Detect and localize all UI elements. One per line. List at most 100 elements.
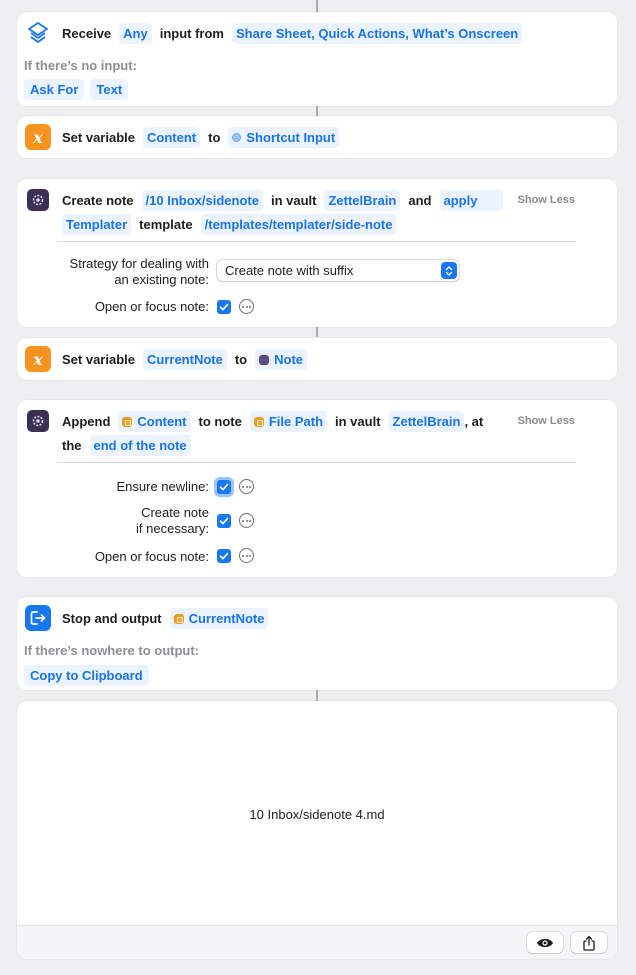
text-token[interactable]: Text (90, 79, 129, 100)
variable-x-icon: x (25, 124, 51, 150)
ask-for-token[interactable]: Ask For (24, 79, 85, 100)
template-path-token[interactable]: /templates/templater/side-note (200, 214, 397, 235)
no-input-label: If there’s no input: (24, 58, 137, 73)
vault-token[interactable]: ZettelBrain (388, 411, 465, 432)
obsidian-mini-icon (259, 354, 270, 365)
create-note-card[interactable]: Create note /10 Inbox/sidenote in vault … (17, 179, 617, 327)
create-if-necessary-checkbox[interactable] (217, 514, 231, 528)
stop-output-card[interactable]: Stop and output CurrentNote If there’s n… (17, 597, 617, 690)
newline-checkbox[interactable] (217, 480, 231, 494)
note-token[interactable]: Note (255, 349, 308, 370)
append-label: Append (62, 414, 111, 429)
open-note-checkbox[interactable] (217, 300, 231, 314)
currentnote-token[interactable]: CurrentNote (169, 608, 269, 629)
template-label: template (139, 217, 193, 232)
to-label: to (234, 352, 248, 367)
set-variable-label: Set variable (62, 130, 135, 145)
create-label-line-2: if necessary: (136, 521, 209, 536)
and-label: and (408, 193, 432, 208)
templater-token[interactable]: Templater (62, 214, 132, 235)
in-vault-label: in vault (335, 414, 381, 429)
note-path-token[interactable]: /10 Inbox/sidenote (141, 190, 263, 211)
template-sentence: Templater template /templates/templater/… (62, 214, 581, 235)
input-type-token[interactable]: Any (119, 23, 152, 44)
checkmark-icon (219, 483, 229, 491)
flow-connector (316, 327, 318, 337)
obsidian-icon (27, 189, 49, 211)
set-variable-content-card[interactable]: x Set variable Content to Shortcut Input (17, 116, 617, 158)
set-variable-currentnote-card[interactable]: x Set variable CurrentNote to Note (17, 338, 617, 380)
strategy-label: Strategy for dealing with an existing no… (17, 256, 209, 288)
file-path-token[interactable]: File Path (249, 411, 328, 432)
strategy-label-line-2: an existing note: (114, 272, 209, 287)
content-token-label: Content (137, 414, 187, 429)
position-token[interactable]: end of the note (89, 435, 191, 456)
strategy-select[interactable]: Create note with suffix (217, 260, 459, 281)
output-preview: 10 Inbox/sidenote 4.md (17, 701, 617, 959)
receive-sentence: Receive Any input from Share Sheet, Quic… (62, 23, 581, 44)
receive-label: Receive (62, 26, 112, 41)
create-label-line-1: Create note (141, 505, 209, 520)
output-toolbar (17, 925, 617, 959)
input-sources-token[interactable]: Share Sheet, Quick Actions, What’s Onscr… (231, 23, 523, 44)
set-variable-label: Set variable (62, 352, 135, 367)
in-vault-label: in vault (270, 193, 317, 208)
more-options-icon[interactable] (239, 299, 254, 314)
shortcut-input-token[interactable]: Shortcut Input (228, 127, 340, 148)
variable-mini-icon (253, 416, 264, 427)
newline-label: Ensure newline: (116, 479, 210, 494)
note-token-label: Note (274, 352, 304, 367)
flow-connector (316, 0, 318, 12)
variable-mini-icon (122, 416, 133, 427)
show-less-button[interactable]: Show Less (518, 415, 575, 427)
vault-token[interactable]: ZettelBrain (324, 190, 401, 211)
share-button[interactable] (571, 932, 607, 953)
output-filename: 10 Inbox/sidenote 4.md (249, 807, 385, 822)
more-options-icon[interactable] (239, 513, 254, 528)
stop-output-icon (25, 605, 51, 631)
open-note-checkbox[interactable] (217, 549, 231, 563)
nowhere-label: If there’s nowhere to output: (24, 643, 200, 658)
variable-name-token[interactable]: CurrentNote (143, 349, 227, 370)
nowhere-options: Copy to Clipboard (24, 665, 149, 686)
create-if-necessary-label: Create note if necessary: (17, 505, 209, 537)
file-path-token-label: File Path (268, 414, 324, 429)
chevron-updown-icon (441, 262, 457, 279)
create-note-sentence: Create note /10 Inbox/sidenote in vault … (62, 190, 581, 211)
set-variable-sentence: Set variable Content to Shortcut Input (62, 127, 581, 148)
more-options-icon[interactable] (239, 479, 254, 494)
eye-icon (537, 938, 553, 947)
checkmark-icon (219, 303, 229, 311)
strategy-select-value: Create note with suffix (225, 263, 354, 278)
shortcut-input-icon (232, 133, 242, 142)
set-variable-sentence: Set variable CurrentNote to Note (62, 349, 581, 370)
currentnote-token-label: CurrentNote (188, 611, 265, 626)
show-less-button[interactable]: Show Less (518, 194, 575, 206)
shortcut-input-label: Shortcut Input (246, 130, 336, 145)
shortcut-editor: Receive Any input from Share Sheet, Quic… (0, 0, 636, 975)
obsidian-icon (27, 410, 49, 432)
to-label: to (208, 130, 221, 145)
variable-name-token[interactable]: Content (143, 127, 201, 148)
no-input-options: Ask For Text (24, 79, 129, 100)
append-card[interactable]: Append Content to note File Path in vaul… (17, 400, 617, 577)
shortcuts-layers-icon (25, 20, 51, 46)
flow-connector (316, 690, 318, 701)
divider (57, 462, 576, 463)
open-note-label: Open or focus note: (94, 299, 209, 314)
at-label: , at (464, 414, 484, 429)
open-note-label: Open or focus note: (94, 549, 209, 564)
strategy-label-line-1: Strategy for dealing with (69, 256, 209, 271)
apply-token[interactable]: apply (439, 190, 504, 211)
content-token[interactable]: Content (118, 411, 191, 432)
stop-output-label: Stop and output (62, 611, 162, 626)
stop-output-sentence: Stop and output CurrentNote (62, 608, 581, 629)
variable-mini-icon (173, 613, 184, 624)
more-options-icon[interactable] (239, 548, 254, 563)
preview-button[interactable] (527, 932, 563, 953)
append-sentence: Append Content to note File Path in vaul… (62, 411, 581, 432)
variable-x-icon: x (25, 346, 51, 372)
copy-to-clipboard-token[interactable]: Copy to Clipboard (24, 665, 149, 686)
the-label: the (62, 438, 82, 453)
receive-action-card[interactable]: Receive Any input from Share Sheet, Quic… (17, 12, 617, 106)
